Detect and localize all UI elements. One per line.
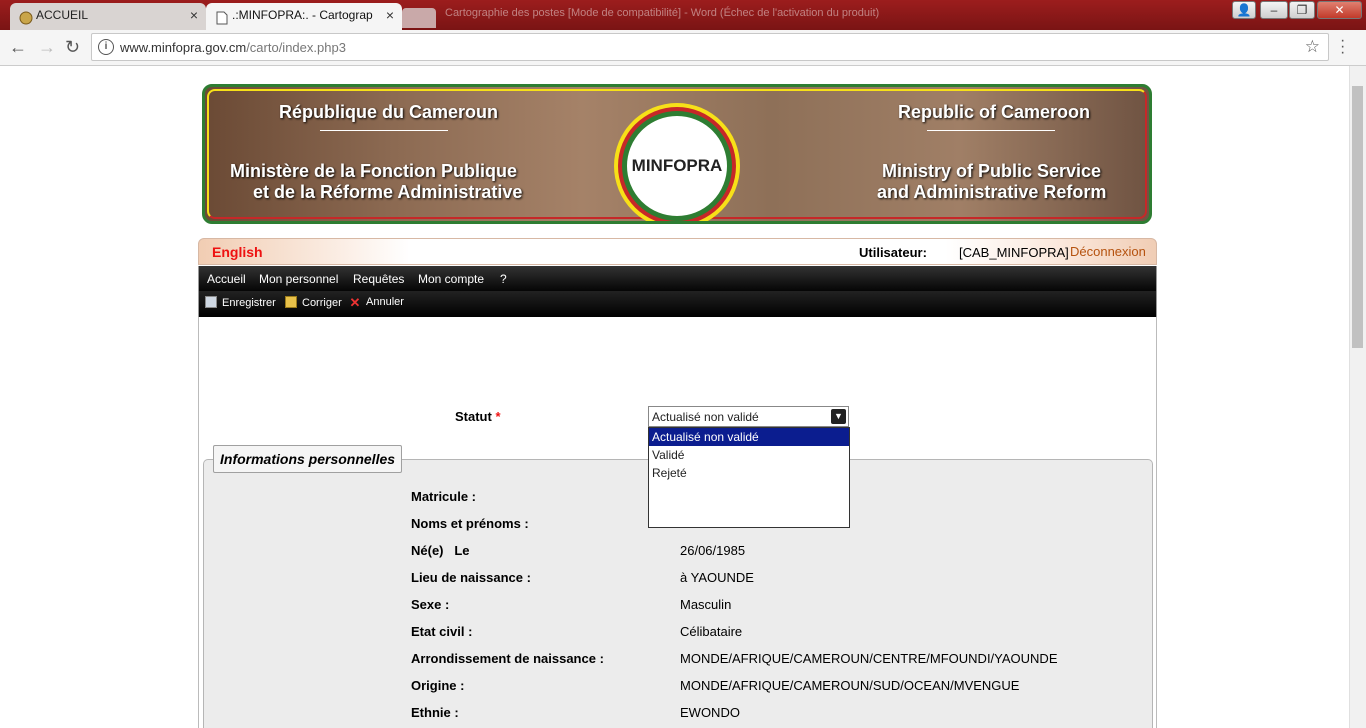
value-arrondissement: MONDE/AFRIQUE/CAMEROUN/CENTRE/MFOUNDI/YA… <box>680 651 1058 666</box>
personal-info-legend: Informations personnelles <box>213 445 403 473</box>
label-etat-civil: Etat civil : <box>411 624 473 639</box>
statut-selected-value: Actualisé non validé <box>652 410 759 424</box>
background-window-title: Cartographie des postes [Mode de compati… <box>445 7 880 19</box>
label-noms-prenoms: Noms et prénoms : <box>411 516 529 531</box>
label-sexe: Sexe : <box>411 597 450 612</box>
statut-option-valide[interactable]: Validé <box>649 446 849 464</box>
tab-label: ACCUEIL <box>36 8 89 22</box>
cancel-button[interactable]: ✕ Annuler <box>349 296 404 309</box>
user-label: Utilisateur: <box>859 245 927 260</box>
statut-label: Statut * <box>455 409 501 424</box>
tab-accueil[interactable]: ACCUEIL × <box>10 3 206 30</box>
user-value: [CAB_MINFOPRA] <box>959 245 1069 260</box>
main-menu: Accueil Mon personnel Requêtes Mon compt… <box>198 266 1157 291</box>
site-favicon-icon <box>19 9 33 25</box>
scrollbar-thumb[interactable] <box>1352 86 1363 348</box>
menu-item-mon-compte[interactable]: Mon compte <box>418 272 484 286</box>
banner-fr-ministry-line1: Ministère de la Fonction Publique <box>230 161 518 181</box>
tab-close-icon[interactable]: × <box>386 3 394 28</box>
folder-pencil-icon <box>285 296 297 308</box>
tab-minfopra[interactable]: .:MINFOPRA:. - Cartograp × <box>206 3 402 30</box>
banner-en-country: Republic of Cameroon <box>898 102 1091 122</box>
chevron-down-icon[interactable]: ▼ <box>831 409 846 424</box>
value-lieu-naissance: à YAOUNDE <box>680 570 754 585</box>
required-marker: * <box>495 409 501 424</box>
maximize-icon[interactable]: ❐ <box>1289 1 1315 19</box>
url-input[interactable]: i www.minfopra.gov.cm/carto/index.php3 ☆ <box>91 33 1329 61</box>
forward-arrow-icon[interactable]: → <box>38 37 56 58</box>
value-ethnie: EWONDO <box>680 705 740 720</box>
value-origine: MONDE/AFRIQUE/CAMEROUN/SUD/OCEAN/MVENGUE <box>680 678 1020 693</box>
reload-icon[interactable]: ↻ <box>65 37 80 58</box>
bookmark-star-icon[interactable]: ☆ <box>1305 37 1320 57</box>
edit-button[interactable]: Corriger <box>285 296 342 309</box>
logout-link[interactable]: Déconnexion <box>1070 244 1146 259</box>
action-toolbar: Enregistrer Corriger ✕ Annuler <box>198 291 1157 317</box>
browser-tab-strip: ACCUEIL × .:MINFOPRA:. - Cartograp × Car… <box>0 0 1366 30</box>
label-lieu-naissance: Lieu de naissance : <box>411 570 531 585</box>
address-bar: ← → ↻ i www.minfopra.gov.cm/carto/index.… <box>0 30 1366 66</box>
user-bar: English Utilisateur: [CAB_MINFOPRA] Déco… <box>198 238 1157 265</box>
banner-rule <box>320 130 448 131</box>
url-text: www.minfopra.gov.cm/carto/index.php3 <box>120 40 346 55</box>
statut-select[interactable]: Actualisé non validé ▼ <box>648 406 849 427</box>
save-button[interactable]: Enregistrer <box>205 296 276 309</box>
menu-item-mon-personnel[interactable]: Mon personnel <box>259 272 338 286</box>
label-ethnie: Ethnie : <box>411 705 459 720</box>
banner-en-ministry-line2: and Administrative Reform <box>877 182 1107 202</box>
banner-en-ministry-line1: Ministry of Public Service <box>882 161 1102 181</box>
tab-close-icon[interactable]: × <box>190 3 198 28</box>
menu-item-accueil[interactable]: Accueil <box>207 272 246 286</box>
statut-option-actualise[interactable]: Actualisé non validé <box>649 428 849 446</box>
banner-fr-ministry-line2: et de la Réforme Administrative <box>253 182 523 202</box>
english-language-link[interactable]: English <box>212 244 263 260</box>
tab-label: .:MINFOPRA:. - Cartograp <box>232 8 373 22</box>
statut-dropdown-list: Actualisé non validé Validé Rejeté <box>648 427 850 528</box>
page-icon <box>215 9 229 25</box>
value-date-naissance: 26/06/1985 <box>680 543 746 558</box>
label-date-naissance: Né(e) Le <box>411 543 470 558</box>
label-arrondissement: Arrondissement de naissance : <box>411 651 604 666</box>
menu-item-requetes[interactable]: Requêtes <box>353 272 404 286</box>
banner-rule <box>927 130 1055 131</box>
label-origine: Origine : <box>411 678 465 693</box>
minfopra-seal-logo: MINFOPRA <box>622 111 732 221</box>
close-window-icon[interactable]: ✕ <box>1317 1 1362 19</box>
value-sexe: Masculin <box>680 597 732 612</box>
site-info-icon[interactable]: i <box>98 39 114 55</box>
statut-option-rejete[interactable]: Rejeté <box>649 464 849 482</box>
back-arrow-icon[interactable]: ← <box>9 37 27 58</box>
user-profile-icon[interactable]: 👤 <box>1232 1 1256 19</box>
value-etat-civil: Célibataire <box>680 624 743 639</box>
minimize-icon[interactable]: – <box>1260 1 1288 19</box>
floppy-disk-icon <box>205 296 217 308</box>
menu-item-help[interactable]: ? <box>500 272 507 286</box>
red-x-icon: ✕ <box>349 295 361 310</box>
ministry-banner: République du Cameroun Ministère de la F… <box>202 84 1152 224</box>
new-tab-button[interactable] <box>402 8 436 28</box>
banner-fr-country: République du Cameroun <box>279 102 499 122</box>
browser-menu-icon[interactable]: · · · <box>1340 33 1345 61</box>
label-matricule: Matricule : <box>411 489 477 504</box>
